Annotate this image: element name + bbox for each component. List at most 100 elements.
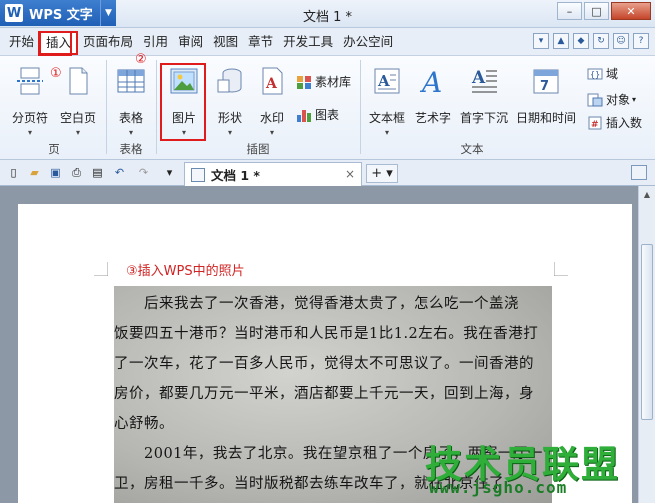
ribbon: 分页符 ▾ 空白页 ▾ 页 表格 ▾ 表格 图片 ▾ 形状 ▾ A 水印 ▾ 素… <box>0 56 655 160</box>
tab-developer[interactable]: 开发工具 <box>278 28 338 56</box>
chevron-down-icon: ▾ <box>269 128 274 137</box>
watermark-url: www.jsgho.com <box>429 478 568 497</box>
document-tab-bar: ▯ ▰ ▣ ⎙ ▤ ↶ ↷ ▾ 文档 1 * × + ▾ <box>0 160 655 186</box>
divider <box>360 60 361 154</box>
photo-text-line: 后来我去了一次香港，觉得香港太贵了，怎么吃一个盖浇 <box>114 296 519 312</box>
margin-corner-mark <box>94 262 108 276</box>
photo-text-line: 房价，都要几万元一平米，酒店都要上千元一天，回到上海，身 <box>114 386 534 402</box>
open-folder-icon[interactable]: ▰ <box>27 165 42 180</box>
shape-icon <box>217 68 242 93</box>
watermark-label: 水印 <box>259 111 284 125</box>
collapse-ribbon-icon[interactable]: ▲ <box>553 33 569 49</box>
field-label: 域 <box>606 67 619 81</box>
page-break-button[interactable]: 分页符 ▾ <box>8 66 52 137</box>
svg-text:A: A <box>419 66 442 96</box>
photo-text-line: 饭要四五十港币？当时港币和人民币是1比1.2左右。我在香港打 <box>114 326 539 342</box>
quick-access-dropdown-icon[interactable]: ▾ <box>162 165 177 180</box>
tab-office-space[interactable]: 办公空间 <box>338 28 398 56</box>
drop-cap-button[interactable]: A 首字下沉 <box>458 66 510 126</box>
document-icon <box>191 167 205 182</box>
new-tab-button[interactable]: + ▾ <box>366 164 398 183</box>
insert-tab-highlight <box>38 31 72 56</box>
document-tab[interactable]: 文档 1 * × <box>184 162 362 186</box>
tab-review[interactable]: 审阅 <box>173 28 208 56</box>
wordart-button[interactable]: A 艺术字 <box>412 66 454 126</box>
print-icon[interactable]: ⎙ <box>69 165 84 180</box>
close-button[interactable]: ✕ <box>611 2 651 20</box>
shape-button[interactable]: 形状 ▾ <box>210 66 250 137</box>
field-button[interactable]: {} 域 <box>587 65 618 82</box>
maximize-button[interactable]: □ <box>584 2 609 20</box>
svg-text:A: A <box>471 68 486 88</box>
divider <box>156 60 157 154</box>
help-icon[interactable]: ? <box>633 33 649 49</box>
chevron-down-icon: ▾ <box>227 128 232 137</box>
page-break-label: 分页符 <box>11 111 48 125</box>
material-library-label: 素材库 <box>315 75 352 89</box>
object-icon <box>587 93 603 106</box>
redo-icon[interactable]: ↷ <box>136 165 151 180</box>
chart-button[interactable]: 图表 <box>296 106 339 123</box>
drop-cap-label: 首字下沉 <box>459 111 508 125</box>
undo-icon[interactable]: ↶ <box>112 165 127 180</box>
svg-text:A: A <box>265 76 278 92</box>
text-group-label: 文本 <box>460 142 484 156</box>
page-group-label: 页 <box>48 142 60 156</box>
user-icon[interactable]: ☺ <box>613 33 629 49</box>
save-icon[interactable]: ▣ <box>48 165 63 180</box>
chevron-down-icon: ▾ <box>75 128 80 137</box>
textbox-label: 文本框 <box>368 111 405 125</box>
print-preview-icon[interactable]: ▤ <box>90 165 105 180</box>
minimize-button[interactable]: – <box>557 2 582 20</box>
insert-number-label: 插入数 <box>606 116 643 130</box>
svg-text:#: # <box>591 120 599 130</box>
dropdown-icon[interactable]: ▾ <box>533 33 549 49</box>
scrollbar-thumb[interactable] <box>641 244 653 420</box>
textbox-icon: A <box>374 68 400 94</box>
tab-home[interactable]: 开始 <box>4 28 39 56</box>
svg-text:A: A <box>377 72 390 90</box>
textbox-button[interactable]: A 文本框 ▾ <box>366 66 408 137</box>
menu-bar: 开始 插入 页面布局 引用 审阅 视图 章节 开发工具 办公空间 ▾ ▲ ◆ ↻… <box>0 28 655 56</box>
scroll-up-icon[interactable]: ▲ <box>641 190 653 202</box>
insert-number-button[interactable]: # 插入数 <box>587 114 642 131</box>
illustration-group-label: 插图 <box>246 142 270 156</box>
watermark-button[interactable]: A 水印 ▾ <box>252 66 292 137</box>
divider <box>106 60 107 154</box>
field-icon: {} <box>587 68 603 79</box>
date-time-button[interactable]: 7 日期和时间 <box>514 66 578 126</box>
sync-icon[interactable]: ↻ <box>593 33 609 49</box>
svg-text:7: 7 <box>540 79 549 94</box>
new-document-icon[interactable]: ▯ <box>6 165 21 180</box>
page-break-icon <box>17 67 43 95</box>
site-watermark-logo: 技术员联盟 www.jsgho.com <box>425 434 653 501</box>
tab-section[interactable]: 章节 <box>243 28 278 56</box>
photo-text-line: 了一次车，花了一百多人民币，觉得太不可思议了。一间香港的 <box>114 356 534 372</box>
watermark-icon: A <box>262 67 283 95</box>
object-button[interactable]: 对象 ▾ <box>587 91 636 108</box>
material-library-button[interactable]: 素材库 <box>296 73 351 90</box>
chevron-down-icon: ▾ <box>632 95 637 104</box>
date-time-label: 日期和时间 <box>515 111 576 125</box>
skin-icon[interactable]: ◆ <box>573 33 589 49</box>
wordart-icon: A <box>419 66 442 99</box>
table-icon <box>117 69 145 93</box>
picture-button-highlight <box>160 63 206 141</box>
close-tab-icon[interactable]: × <box>345 167 355 181</box>
blank-page-button[interactable]: 空白页 ▾ <box>56 66 100 137</box>
table-label: 表格 <box>118 111 143 125</box>
text-group: A 文本框 ▾ A 艺术字 A 首字下沉 7 日期和时间 文本 <box>362 56 582 160</box>
blank-page-icon <box>69 67 88 95</box>
photo-caption: ③插入WPS中的照片 <box>126 264 245 279</box>
window-list-icon[interactable] <box>631 165 647 180</box>
step-1-marker: ① <box>50 66 62 81</box>
object-label: 对象 <box>606 93 631 107</box>
tab-view[interactable]: 视图 <box>208 28 243 56</box>
table-button[interactable]: 表格 ▾ <box>110 66 152 137</box>
insert-number-icon: # <box>588 116 602 130</box>
chart-label: 图表 <box>315 108 340 122</box>
chevron-down-icon: ▾ <box>384 128 389 137</box>
drop-cap-icon: A <box>471 68 497 93</box>
tab-page-layout[interactable]: 页面布局 <box>78 28 138 56</box>
document-tab-title: 文档 1 * <box>211 168 260 183</box>
